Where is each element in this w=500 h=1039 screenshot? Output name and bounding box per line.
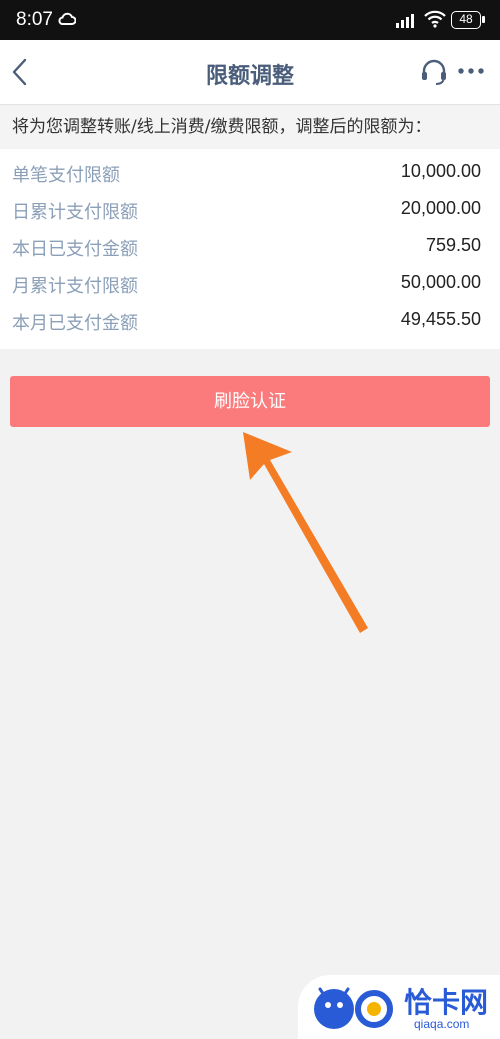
- nav-bar: 限额调整: [0, 40, 500, 105]
- notice-text: 将为您调整转账/线上消费/缴费限额，调整后的限额为：: [0, 106, 500, 148]
- more-icon[interactable]: [457, 66, 485, 76]
- status-time: 8:07: [16, 9, 53, 30]
- watermark-domain: qiaqa.com: [414, 1017, 470, 1031]
- limit-label: 本月已支付金额: [12, 313, 138, 334]
- watermark-logo-icon: [314, 987, 393, 1029]
- limit-value: 759.50: [425, 235, 481, 255]
- battery-icon: 48: [451, 11, 485, 29]
- limit-label: 单笔支付限额: [12, 165, 120, 186]
- headset-icon[interactable]: [420, 58, 448, 86]
- cloud-icon: [58, 12, 76, 25]
- watermark-name: 恰卡网: [404, 986, 489, 1019]
- limits-list: 单笔支付限额 10,000.00 日累计支付限额 20,000.00 本日已支付…: [0, 149, 500, 349]
- limit-row-single-payment: 单笔支付限额 10,000.00: [0, 153, 500, 190]
- back-icon[interactable]: [6, 54, 34, 90]
- battery-level: 48: [459, 12, 473, 26]
- limit-row-paid-this-month: 本月已支付金额 49,455.50: [0, 301, 500, 338]
- arrow-annotation: [243, 432, 368, 633]
- limit-value: 50,000.00: [400, 272, 481, 292]
- limit-value: 49,455.50: [400, 309, 481, 329]
- limit-row-monthly-limit: 月累计支付限额 50,000.00: [0, 264, 500, 301]
- signal-icon: [396, 14, 414, 28]
- limit-row-paid-today: 本日已支付金额 759.50: [0, 227, 500, 264]
- limit-value: 10,000.00: [400, 161, 481, 181]
- limit-value: 20,000.00: [400, 198, 481, 218]
- watermark: 恰卡网 qiaqa.com: [298, 975, 500, 1039]
- limit-label: 月累计支付限额: [12, 276, 138, 297]
- status-bar: 8:07 48: [0, 0, 500, 40]
- wifi-icon: [424, 10, 446, 28]
- limit-row-daily-limit: 日累计支付限额 20,000.00: [0, 190, 500, 227]
- limit-label: 本日已支付金额: [12, 239, 138, 260]
- limit-label: 日累计支付限额: [12, 202, 138, 223]
